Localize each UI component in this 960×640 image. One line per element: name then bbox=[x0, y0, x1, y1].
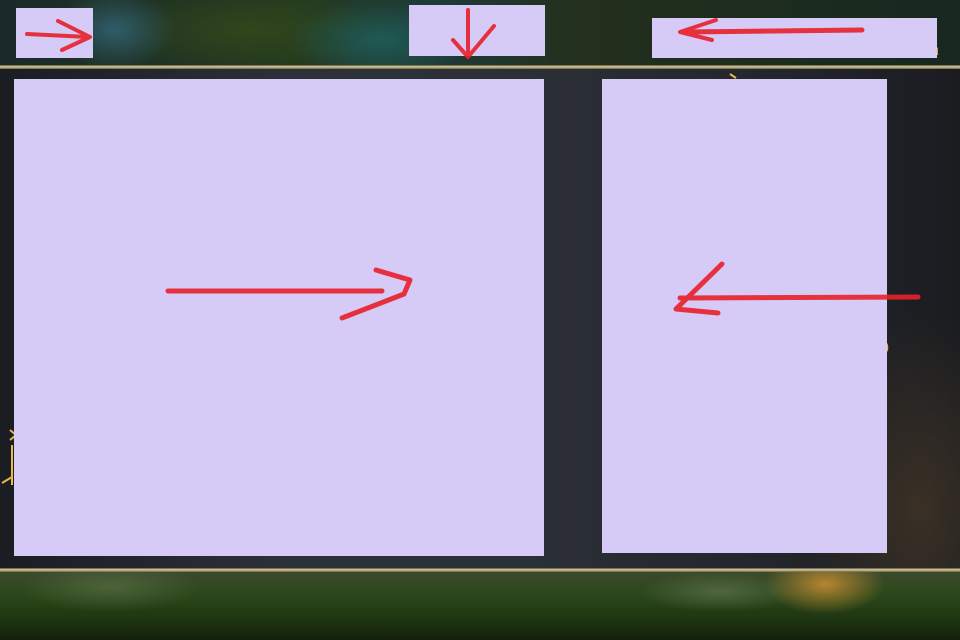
arrow-right-icon bbox=[25, 8, 921, 321]
